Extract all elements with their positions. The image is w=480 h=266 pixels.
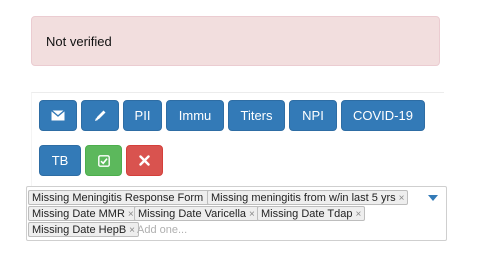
tag-add-input[interactable]: Add one... bbox=[137, 224, 187, 236]
tag-missing-meningitis-5-yrs: Missing meningitis from w/in last 5 yrs × bbox=[207, 190, 409, 205]
envelope-icon bbox=[51, 110, 65, 121]
missing-items-tag-selector[interactable]: Missing Meningitis Response Form× Missin… bbox=[26, 186, 447, 241]
verify-button[interactable] bbox=[85, 145, 122, 176]
titers-button[interactable]: Titers bbox=[228, 100, 285, 131]
covid-19-button[interactable]: COVID-19 bbox=[341, 100, 425, 131]
tag-label: Missing Date Varicella bbox=[138, 208, 247, 220]
tag-label: Missing Date Tdap bbox=[261, 208, 353, 220]
immu-button[interactable]: Immu bbox=[166, 100, 224, 131]
edit-button[interactable] bbox=[81, 100, 119, 131]
tag-remove-icon[interactable]: × bbox=[129, 225, 135, 236]
tag-remove-icon[interactable]: × bbox=[399, 193, 405, 204]
tag-label: Missing Date HepB bbox=[32, 224, 127, 236]
tag-missing-meningitis-response-form: Missing Meningitis Response Form× bbox=[28, 190, 217, 205]
email-button[interactable] bbox=[39, 100, 77, 131]
tag-remove-icon[interactable]: × bbox=[128, 209, 134, 220]
alert-text: Not verified bbox=[46, 34, 112, 49]
page: Not verified PII Immu Titers NPI COVID-1… bbox=[0, 0, 480, 266]
x-icon bbox=[139, 155, 150, 166]
tag-missing-date-hepb: Missing Date HepB × bbox=[28, 222, 139, 237]
verification-alert: Not verified bbox=[31, 16, 440, 66]
remove-button[interactable] bbox=[126, 145, 163, 176]
npi-button[interactable]: NPI bbox=[289, 100, 337, 131]
pii-button[interactable]: PII bbox=[123, 100, 162, 131]
tag-remove-icon[interactable]: × bbox=[249, 209, 255, 220]
pencil-icon bbox=[94, 109, 107, 122]
tag-missing-date-tdap: Missing Date Tdap × bbox=[257, 206, 366, 221]
tag-label: Missing meningitis from w/in last 5 yrs bbox=[211, 192, 396, 204]
tag-label: Missing Date MMR bbox=[32, 208, 125, 220]
check-square-icon bbox=[97, 154, 110, 167]
tag-label: Missing Meningitis Response Form bbox=[32, 192, 204, 204]
tag-missing-date-mmr: Missing Date MMR × bbox=[28, 206, 138, 221]
tag-remove-icon[interactable]: × bbox=[356, 209, 362, 220]
dropdown-caret-icon[interactable] bbox=[428, 195, 438, 201]
tag-missing-date-varicella: Missing Date Varicella × bbox=[134, 206, 259, 221]
tb-button[interactable]: TB bbox=[39, 145, 81, 176]
